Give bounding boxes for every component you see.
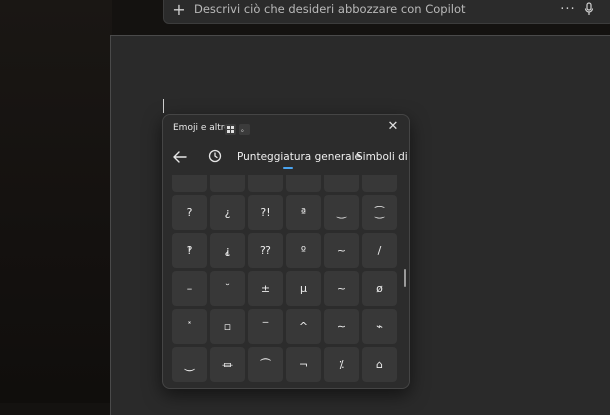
windows-key-icon: [225, 124, 236, 135]
symbol-grid-area: ? ¿ ?! ª ‿ ⁐ ‽ ⸘ ⁇ º ~ / – ˘ ± μ ~ ø ˟ ▫…: [163, 175, 409, 388]
symbol-cell[interactable]: [248, 175, 283, 192]
symbol-cell[interactable]: ~: [324, 233, 359, 268]
symbol-cell[interactable]: ⌂: [362, 347, 397, 382]
symbol-cell[interactable]: ‽: [172, 233, 207, 268]
symbol-cell[interactable]: [324, 175, 359, 192]
back-arrow-icon[interactable]: [171, 148, 189, 166]
symbol-cell[interactable]: ±: [248, 271, 283, 306]
symbol-cell[interactable]: ⏛: [210, 347, 245, 382]
symbol-cell[interactable]: ?: [172, 195, 207, 230]
panel-header: Emoji e altro 。 ✕: [163, 115, 409, 141]
symbol-cell[interactable]: ø: [362, 271, 397, 306]
symbol-cell[interactable]: [210, 175, 245, 192]
close-button[interactable]: ✕: [385, 119, 401, 135]
symbol-cell[interactable]: [172, 175, 207, 192]
symbol-grid: ? ¿ ?! ª ‿ ⁐ ‽ ⸘ ⁇ º ~ / – ˘ ± μ ~ ø ˟ ▫…: [172, 175, 397, 382]
symbol-cell[interactable]: ~: [324, 271, 359, 306]
period-key-icon: 。: [239, 124, 250, 135]
copilot-prompt-input[interactable]: Descrivi ciò che desideri abbozzare con …: [192, 2, 558, 16]
add-icon[interactable]: +: [166, 0, 192, 19]
scrollbar-thumb[interactable]: [404, 269, 406, 287]
more-options-icon[interactable]: ···: [558, 2, 578, 17]
symbol-cell[interactable]: ▫: [210, 309, 245, 344]
symbol-cell[interactable]: ⏜: [248, 347, 283, 382]
category-tabbar: Punteggiatura generale Simboli di va: [163, 145, 409, 171]
symbol-cell[interactable]: ^: [286, 309, 321, 344]
copilot-prompt-bar[interactable]: + Descrivi ciò che desideri abbozzare co…: [163, 0, 610, 24]
symbol-cell[interactable]: ‿: [324, 195, 359, 230]
symbol-cell[interactable]: /: [362, 233, 397, 268]
symbol-cell[interactable]: ˟: [172, 309, 207, 344]
clock-icon[interactable]: [207, 148, 223, 164]
active-tab-indicator: [283, 167, 293, 169]
tab-various-symbols[interactable]: Simboli di va: [356, 151, 409, 163]
symbol-cell[interactable]: ⸘: [210, 233, 245, 268]
panel-title: Emoji e altro: [173, 123, 230, 133]
text-caret: [163, 99, 164, 113]
microphone-icon[interactable]: [578, 2, 600, 16]
symbol-cell[interactable]: ∼: [324, 309, 359, 344]
symbol-cell[interactable]: ⁒: [324, 347, 359, 382]
symbol-cell[interactable]: ˘: [210, 271, 245, 306]
symbol-cell[interactable]: ?!: [248, 195, 283, 230]
symbol-cell[interactable]: ¿: [210, 195, 245, 230]
symbol-cell[interactable]: [362, 175, 397, 192]
symbol-cell[interactable]: ª: [286, 195, 321, 230]
symbol-cell[interactable]: –: [172, 271, 207, 306]
symbol-cell[interactable]: º: [286, 233, 321, 268]
symbol-cell[interactable]: [286, 175, 321, 192]
desktop-background: [0, 0, 112, 403]
symbol-cell[interactable]: ⁇: [248, 233, 283, 268]
symbol-cell[interactable]: ⏝: [172, 347, 207, 382]
emoji-panel: Emoji e altro 。 ✕ Punteggiatura generale…: [162, 114, 410, 389]
symbol-cell[interactable]: ⁐: [362, 195, 397, 230]
tab-general-punctuation[interactable]: Punteggiatura generale: [237, 151, 361, 163]
symbol-cell[interactable]: ¬: [286, 347, 321, 382]
symbol-cell[interactable]: μ: [286, 271, 321, 306]
symbol-cell[interactable]: ‾: [248, 309, 283, 344]
symbol-cell[interactable]: ⌁: [362, 309, 397, 344]
